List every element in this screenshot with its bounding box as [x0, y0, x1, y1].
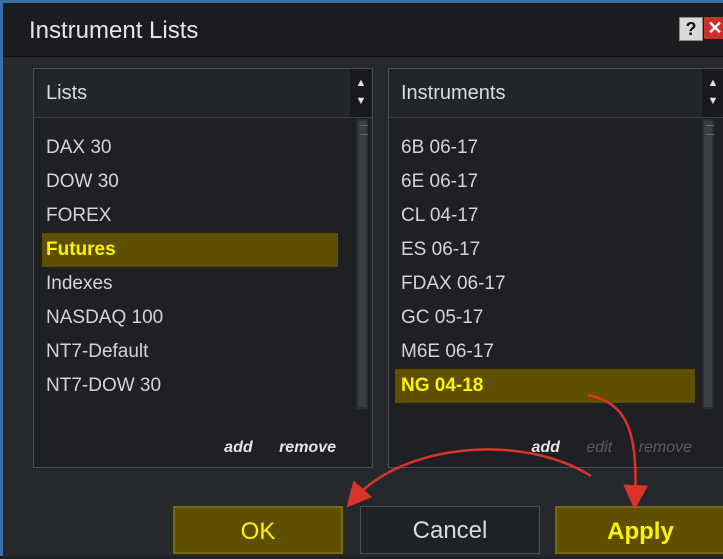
list-item[interactable]: Indexes: [34, 267, 354, 301]
edit-instrument-link[interactable]: edit: [586, 439, 612, 456]
lists-actions: add remove: [202, 439, 336, 457]
list-item[interactable]: DOW 30: [34, 165, 354, 199]
instruments-sort-arrows[interactable]: ▲ ▼: [702, 69, 723, 117]
lists-sort-arrows[interactable]: ▲ ▼: [350, 69, 372, 117]
instruments-header[interactable]: Instruments ▲ ▼: [389, 69, 723, 118]
list-item[interactable]: ES 06-17: [389, 233, 709, 267]
list-item[interactable]: FDAX 06-17: [389, 267, 709, 301]
lists-panel: Lists ▲ ▼ DAX 30 DOW 30 FOREX Futures In…: [33, 68, 373, 468]
add-list-link[interactable]: add: [224, 439, 252, 456]
lists-header[interactable]: Lists ▲ ▼: [34, 69, 372, 118]
list-item[interactable]: GC 05-17: [389, 301, 709, 335]
list-item[interactable]: DAX 30: [34, 131, 354, 165]
lists-scroll-thumb[interactable]: [358, 121, 368, 407]
title-bar[interactable]: Instrument Lists ? ✕: [3, 3, 723, 57]
remove-list-link[interactable]: remove: [279, 439, 336, 456]
add-instrument-link[interactable]: add: [531, 439, 559, 456]
instruments-actions: add edit remove: [509, 439, 692, 457]
list-item[interactable]: NASDAQ 100: [34, 301, 354, 335]
instruments-header-label: Instruments: [401, 82, 506, 104]
list-item[interactable]: NT7-Default: [34, 335, 354, 369]
list-item[interactable]: FOREX: [34, 199, 354, 233]
instruments-panel: Instruments ▲ ▼ 6B 06-17 6E 06-17 CL 04-…: [388, 68, 723, 468]
close-icon[interactable]: ✕: [704, 17, 723, 39]
sort-down-icon[interactable]: ▼: [702, 95, 723, 107]
lists-list: DAX 30 DOW 30 FOREX Futures Indexes NASD…: [34, 131, 354, 403]
list-item[interactable]: 6E 06-17: [389, 165, 709, 199]
help-icon[interactable]: ?: [679, 17, 703, 41]
remove-instrument-link[interactable]: remove: [639, 439, 692, 456]
sort-up-icon[interactable]: ▲: [350, 77, 372, 89]
cancel-button[interactable]: Cancel: [360, 506, 540, 554]
lists-scrollbar[interactable]: [356, 119, 368, 409]
sort-up-icon[interactable]: ▲: [702, 77, 723, 89]
grip-icon: [360, 125, 368, 135]
list-item-selected[interactable]: NG 04-18: [395, 369, 695, 403]
list-item[interactable]: 6B 06-17: [389, 131, 709, 165]
list-item[interactable]: CL 04-17: [389, 199, 709, 233]
sort-down-icon[interactable]: ▼: [350, 95, 372, 107]
instrument-lists-window: Instrument Lists ? ✕ Lists ▲ ▼ DAX 30 DO…: [0, 0, 723, 556]
instruments-list: 6B 06-17 6E 06-17 CL 04-17 ES 06-17 FDAX…: [389, 131, 709, 403]
list-item[interactable]: M6E 06-17: [389, 335, 709, 369]
window-title: Instrument Lists: [29, 17, 199, 44]
ok-button[interactable]: OK: [173, 506, 343, 554]
list-item[interactable]: NT7-DOW 30: [34, 369, 354, 403]
lists-header-label: Lists: [46, 82, 88, 104]
list-item-selected[interactable]: Futures: [42, 233, 338, 267]
apply-button[interactable]: Apply: [555, 506, 723, 554]
